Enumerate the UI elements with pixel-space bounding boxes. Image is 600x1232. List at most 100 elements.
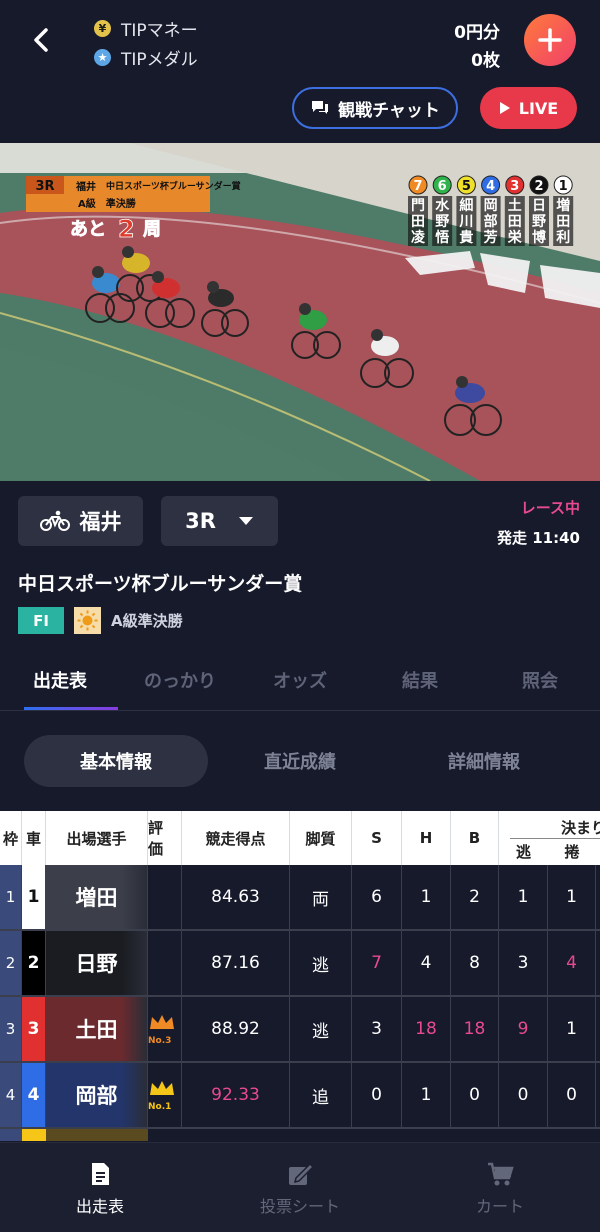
table-row[interactable]: 4 4 岡部 No.1 92.33 追 0 1 0 0 0 <box>0 1063 600 1129</box>
rider-name-char: 岡 <box>484 198 498 214</box>
rider-name-char: 博 <box>532 229 546 246</box>
rider-board-entry: 4 岡部芳 <box>480 175 501 246</box>
car-number: 4 <box>22 1063 46 1127</box>
race-status: レース中 <box>520 499 580 517</box>
rider-name-char: 野 <box>532 214 546 230</box>
s-cell: 6 <box>352 865 402 929</box>
header-b: B <box>451 811 499 865</box>
player-name[interactable]: 岡部 <box>46 1063 148 1127</box>
nav-bet-sheet-label: 投票シート <box>259 1197 340 1216</box>
header-rating-label: 評価 <box>148 819 164 858</box>
overlay-race-grade: A級 準決勝 <box>78 197 137 210</box>
leg-cell: 両 <box>290 865 352 929</box>
frame-number: 3 <box>0 997 22 1061</box>
subtab-detail-info[interactable]: 詳細情報 <box>392 735 576 787</box>
tab-odds[interactable]: オッズ <box>240 653 360 710</box>
tab-entries[interactable]: 出走表 <box>0 653 120 710</box>
rider-number: 6 <box>438 179 447 194</box>
player-name[interactable]: 日野 <box>46 931 148 995</box>
tip-medal-row: ★ TIPメダル <box>94 45 198 70</box>
crown-rank: No.3 <box>148 1035 172 1046</box>
tab-inquiry[interactable]: 照会 <box>480 653 600 710</box>
race-selector[interactable]: 3R <box>161 496 278 546</box>
car-number: 3 <box>22 997 46 1061</box>
bicycle-icon <box>39 510 70 531</box>
sub-tabs: 基本情報 直近成績 詳細情報 <box>0 711 600 811</box>
rating-cell <box>148 931 182 995</box>
rider-number: 3 <box>510 179 519 194</box>
table-row[interactable]: 1 1 増田 84.63 両 6 1 2 1 1 <box>0 865 600 931</box>
medal-icon: ★ <box>94 49 111 66</box>
overlay-laps-suffix: 周 <box>143 219 161 240</box>
table-row[interactable]: 2 2 日野 87.16 逃 7 4 8 3 4 <box>0 931 600 997</box>
makuri-cell: 4 <box>548 931 596 995</box>
leg-cell: 逃 <box>290 931 352 995</box>
s-cell: 7 <box>352 931 402 995</box>
nav-cart[interactable]: カート <box>400 1143 600 1232</box>
nav-cart-label: カート <box>475 1197 524 1216</box>
car-number: 1 <box>22 865 46 929</box>
car-number: 2 <box>22 931 46 995</box>
player-name[interactable]: 増田 <box>46 865 148 929</box>
plus-icon <box>538 28 562 52</box>
race-grade: A級準決勝 <box>111 612 183 630</box>
nige-cell: 0 <box>499 1063 548 1127</box>
tip-money-label: TIPマネー <box>121 21 198 41</box>
grade-badge: FI <box>18 607 64 634</box>
next-row-peek <box>0 1129 600 1141</box>
back-button[interactable] <box>24 22 60 58</box>
nige-cell: 1 <box>499 865 548 929</box>
rider-number: 4 <box>486 179 495 194</box>
rider-name-char: 土 <box>508 197 522 214</box>
overlay-venue: 福井 <box>75 180 96 193</box>
header-nige: 逃 <box>515 843 531 861</box>
subtab-basic-info[interactable]: 基本情報 <box>24 735 208 787</box>
overlay-race-title: 中日スポーツ杯ブルーサンダー賞 <box>106 180 241 192</box>
overlay-laps-prefix: あと <box>70 219 106 240</box>
nav-bet-sheet[interactable]: 投票シート <box>200 1143 400 1232</box>
rating-cell <box>148 865 182 929</box>
makuri-cell: 1 <box>548 997 596 1061</box>
player-name[interactable]: 土田 <box>46 997 148 1061</box>
add-tip-button[interactable] <box>524 14 576 66</box>
nav-entries-label: 出走表 <box>75 1197 124 1216</box>
b-cell: 8 <box>451 931 499 995</box>
b-cell: 0 <box>451 1063 499 1127</box>
nav-entries[interactable]: 出走表 <box>0 1143 200 1232</box>
table-row[interactable]: 3 3 土田 No.3 88.92 逃 3 18 18 9 1 <box>0 997 600 1063</box>
leg-cell: 逃 <box>290 997 352 1061</box>
b-cell: 2 <box>451 865 499 929</box>
app-header: ¥ TIPマネー 0円分 ★ TIPメダル 0枚 観戦チャット LIVE <box>0 0 600 143</box>
rider-name-char: 凌 <box>411 229 426 246</box>
rider-name-char: 日 <box>532 198 546 214</box>
score-cell: 88.92 <box>182 997 290 1061</box>
crown-icon <box>148 1079 176 1102</box>
s-cell: 3 <box>352 997 402 1061</box>
header-car: 車 <box>22 811 46 865</box>
race-header: 福井 3R レース中 発走 11:40 中日スポーツ杯ブルーサンダー賞 FI A… <box>0 481 600 653</box>
header-makuri: 捲 <box>564 843 580 861</box>
tip-money-value: 0円分 <box>454 23 500 43</box>
subtab-recent-results[interactable]: 直近成績 <box>208 735 392 787</box>
rider-name-char: 栄 <box>507 229 523 246</box>
race-no-label: 3R <box>185 509 216 533</box>
venue-label: 福井 <box>79 510 122 534</box>
live-video[interactable]: 3R 福井 中日スポーツ杯ブルーサンダー賞 A級 準決勝 あと 2 周 7 門田凌… <box>0 143 600 481</box>
makuri-cell: 1 <box>548 865 596 929</box>
tip-money-row: ¥ TIPマネー <box>94 16 198 41</box>
venue-selector[interactable]: 福井 <box>18 496 143 546</box>
rider-board-entry: 2 日野博 <box>529 175 549 246</box>
header-leg: 脚質 <box>290 811 352 865</box>
s-cell: 0 <box>352 1063 402 1127</box>
live-button[interactable]: LIVE <box>480 87 577 129</box>
rider-name-char: 芳 <box>484 229 498 246</box>
header-player: 出場選手 <box>46 811 148 865</box>
rider-name-char: 門 <box>411 198 425 214</box>
h-cell: 1 <box>402 865 451 929</box>
h-cell: 18 <box>402 997 451 1061</box>
nige-cell: 9 <box>499 997 548 1061</box>
tab-results[interactable]: 結果 <box>360 653 480 710</box>
tab-nokkari[interactable]: のっかり <box>120 653 240 710</box>
chat-button[interactable]: 観戦チャット <box>292 87 458 129</box>
h-cell: 1 <box>402 1063 451 1127</box>
